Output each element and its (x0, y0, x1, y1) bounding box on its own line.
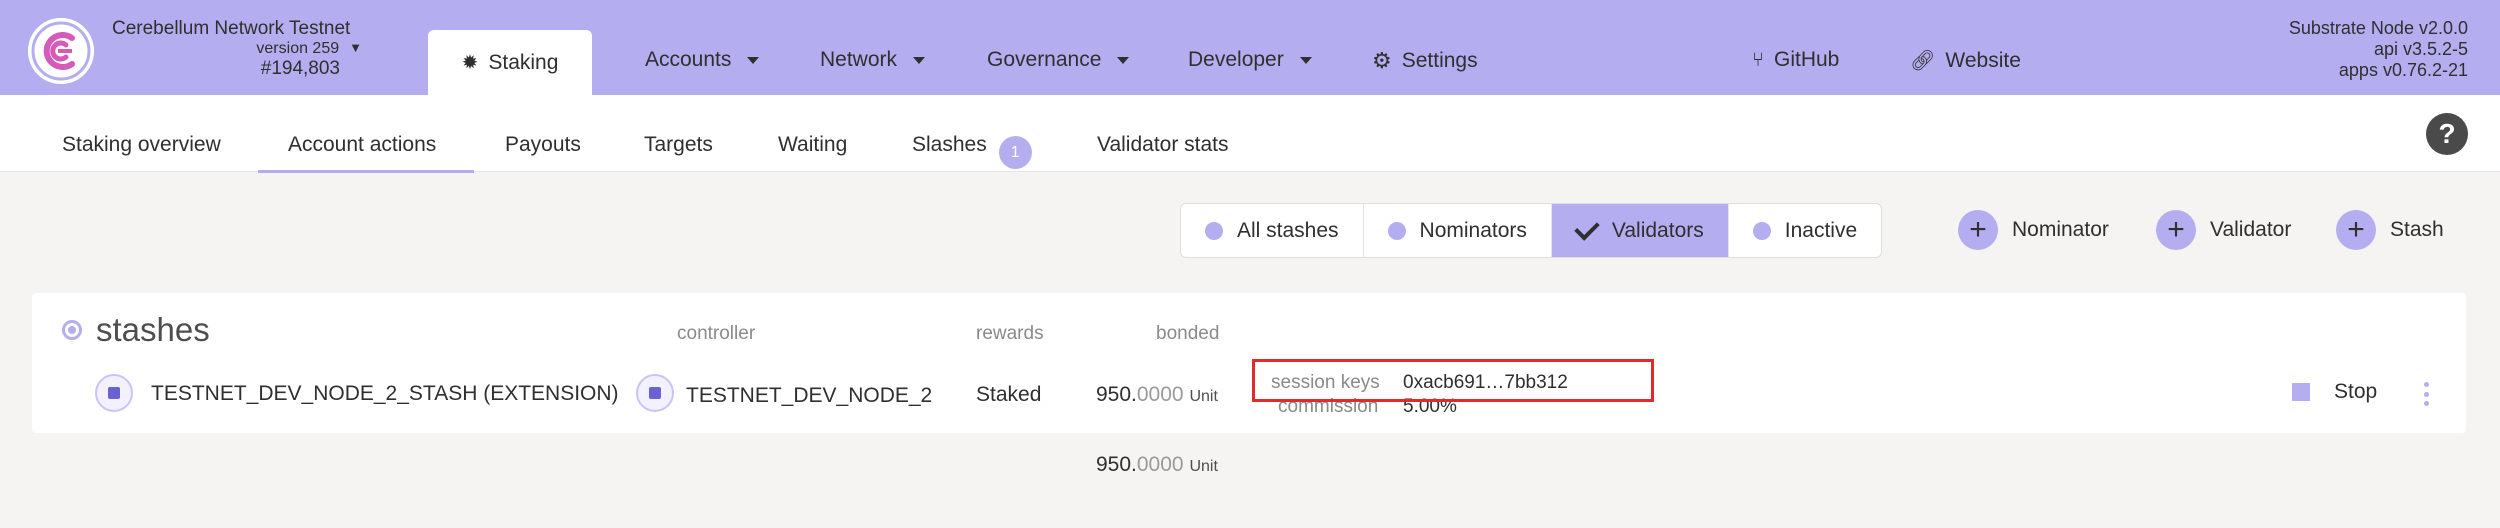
block-number: #194,803 (112, 58, 362, 80)
chevron-down-icon[interactable]: ▼ (349, 40, 362, 55)
stash-identicon[interactable] (95, 374, 133, 412)
filter-validators[interactable]: Validators (1551, 204, 1729, 257)
dot-icon (1387, 221, 1406, 240)
link-icon: 🔗︎ (1910, 50, 1936, 72)
column-rewards: rewards (976, 323, 1044, 344)
add-nominator-button[interactable]: + Nominator (1958, 210, 2109, 250)
nav-github[interactable]: ⑂ GitHub (1752, 48, 1839, 72)
stop-button[interactable]: Stop (2292, 380, 2377, 404)
bonded-amount: 950.0000 Unit (1096, 383, 1218, 407)
add-stash-button[interactable]: + Stash (2336, 210, 2444, 250)
gear-icon: ⚙ (1372, 48, 1392, 73)
filter-nominators[interactable]: Nominators (1364, 204, 1552, 257)
stash-account-name[interactable]: TESTNET_DEV_NODE_2_STASH (EXTENSION) (151, 382, 619, 406)
caret-down-icon (1117, 56, 1130, 64)
tab-account-actions[interactable]: Account actions (288, 133, 436, 157)
tab-slashes-label: Slashes (912, 133, 987, 156)
node-version-info: Substrate Node v2.0.0 api v3.5.2-5 apps … (2289, 18, 2468, 81)
tab-staking-overview[interactable]: Staking overview (62, 133, 221, 157)
stash-dot-icon (62, 320, 82, 340)
api-version: api v3.5.2-5 (2373, 39, 2468, 59)
apps-version: apps v0.76.2-21 (2338, 60, 2468, 80)
filter-inactive[interactable]: Inactive (1729, 204, 1881, 257)
rewards-status: Staked (976, 383, 1042, 406)
nav-website[interactable]: 🔗︎ Website (1910, 48, 2021, 73)
nav-settings[interactable]: ⚙ Settings (1372, 48, 1478, 74)
nav-developer-label: Developer (1188, 48, 1284, 71)
filter-nominators-label: Nominators (1419, 218, 1527, 242)
stashes-title: stashes (96, 311, 210, 348)
stop-label: Stop (2334, 380, 2378, 403)
total-bonded: 950.0000 Unit (1096, 453, 1218, 477)
column-controller: controller (677, 323, 756, 344)
bonded-unit: Unit (1189, 388, 1218, 405)
tab-payouts[interactable]: Payouts (505, 133, 581, 157)
stash-filter-group: All stashes Nominators Validators Inacti… (1180, 203, 1883, 258)
column-bonded: bonded (1156, 323, 1220, 344)
nav-settings-label: Settings (1401, 49, 1478, 72)
dot-icon (1205, 221, 1223, 240)
more-options-icon[interactable] (2424, 382, 2430, 406)
nav-governance-label: Governance (987, 48, 1102, 71)
session-keys-highlight (1252, 359, 1654, 402)
help-icon[interactable]: ? (2426, 113, 2468, 155)
nav-github-label: GitHub (1774, 48, 1840, 71)
active-tab-underline (258, 170, 474, 173)
nav-website-label: Website (1945, 48, 2021, 72)
bonded-integer: 950. (1096, 383, 1137, 406)
filter-all-stashes-label: All stashes (1237, 218, 1339, 242)
plus-icon: + (2336, 210, 2376, 250)
nav-developer[interactable]: Developer (1188, 48, 1312, 72)
filter-all-stashes[interactable]: All stashes (1181, 204, 1364, 257)
stashes-table: stashes controller rewards bonded (32, 293, 2466, 433)
tab-slashes[interactable]: Slashes 1 (912, 133, 1032, 169)
caret-down-icon (747, 56, 760, 64)
node-version: Substrate Node v2.0.0 (2288, 18, 2468, 38)
nav-governance[interactable]: Governance (987, 48, 1130, 72)
dot-icon (1752, 221, 1771, 240)
nav-accounts-label: Accounts (645, 48, 732, 71)
stop-icon (2292, 383, 2310, 401)
tab-waiting[interactable]: Waiting (778, 133, 847, 157)
nav-network-label: Network (820, 48, 898, 71)
bonded-decimals: 0000 (1136, 383, 1184, 406)
add-nominator-label: Nominator (2012, 218, 2109, 241)
filter-validators-label: Validators (1611, 218, 1704, 242)
nav-network[interactable]: Network (820, 48, 926, 72)
chain-version[interactable]: version 259 ▼ (112, 40, 362, 58)
controller-account-name[interactable]: TESTNET_DEV_NODE_2 (686, 384, 932, 408)
add-validator-button[interactable]: + Validator (2156, 210, 2291, 250)
total-bonded-integer: 950. (1096, 453, 1137, 476)
block-number-label: #194,803 (260, 58, 340, 79)
top-navigation-bar: Cerebellum Network Testnet version 259 ▼ … (0, 0, 2500, 95)
chain-name[interactable]: Cerebellum Network Testnet (112, 18, 350, 40)
filter-inactive-label: Inactive (1784, 218, 1858, 242)
nav-accounts[interactable]: Accounts (645, 48, 760, 72)
total-bonded-unit: Unit (1189, 458, 1218, 475)
add-validator-label: Validator (2210, 218, 2292, 241)
branch-icon: ⑂ (1752, 48, 1764, 71)
tab-targets[interactable]: Targets (644, 133, 713, 157)
controller-identicon[interactable] (636, 374, 674, 412)
version-label: version 259 (256, 40, 340, 57)
add-stash-label: Stash (2390, 218, 2444, 241)
tab-staking-label: Staking (488, 50, 559, 74)
caret-down-icon (1299, 56, 1312, 64)
staking-icon: ✹ (461, 52, 479, 74)
check-icon (1574, 214, 1600, 241)
tab-staking[interactable]: ✹ Staking (428, 30, 592, 95)
plus-icon: + (2156, 210, 2196, 250)
stashes-heading: stashes (62, 311, 210, 349)
cere-logo-icon[interactable] (28, 18, 94, 84)
slashes-count-badge: 1 (998, 136, 1032, 169)
tab-validator-stats[interactable]: Validator stats (1097, 133, 1229, 157)
caret-down-icon (913, 56, 926, 64)
total-bonded-decimals: 0000 (1136, 453, 1184, 476)
plus-icon: + (1958, 210, 1998, 250)
